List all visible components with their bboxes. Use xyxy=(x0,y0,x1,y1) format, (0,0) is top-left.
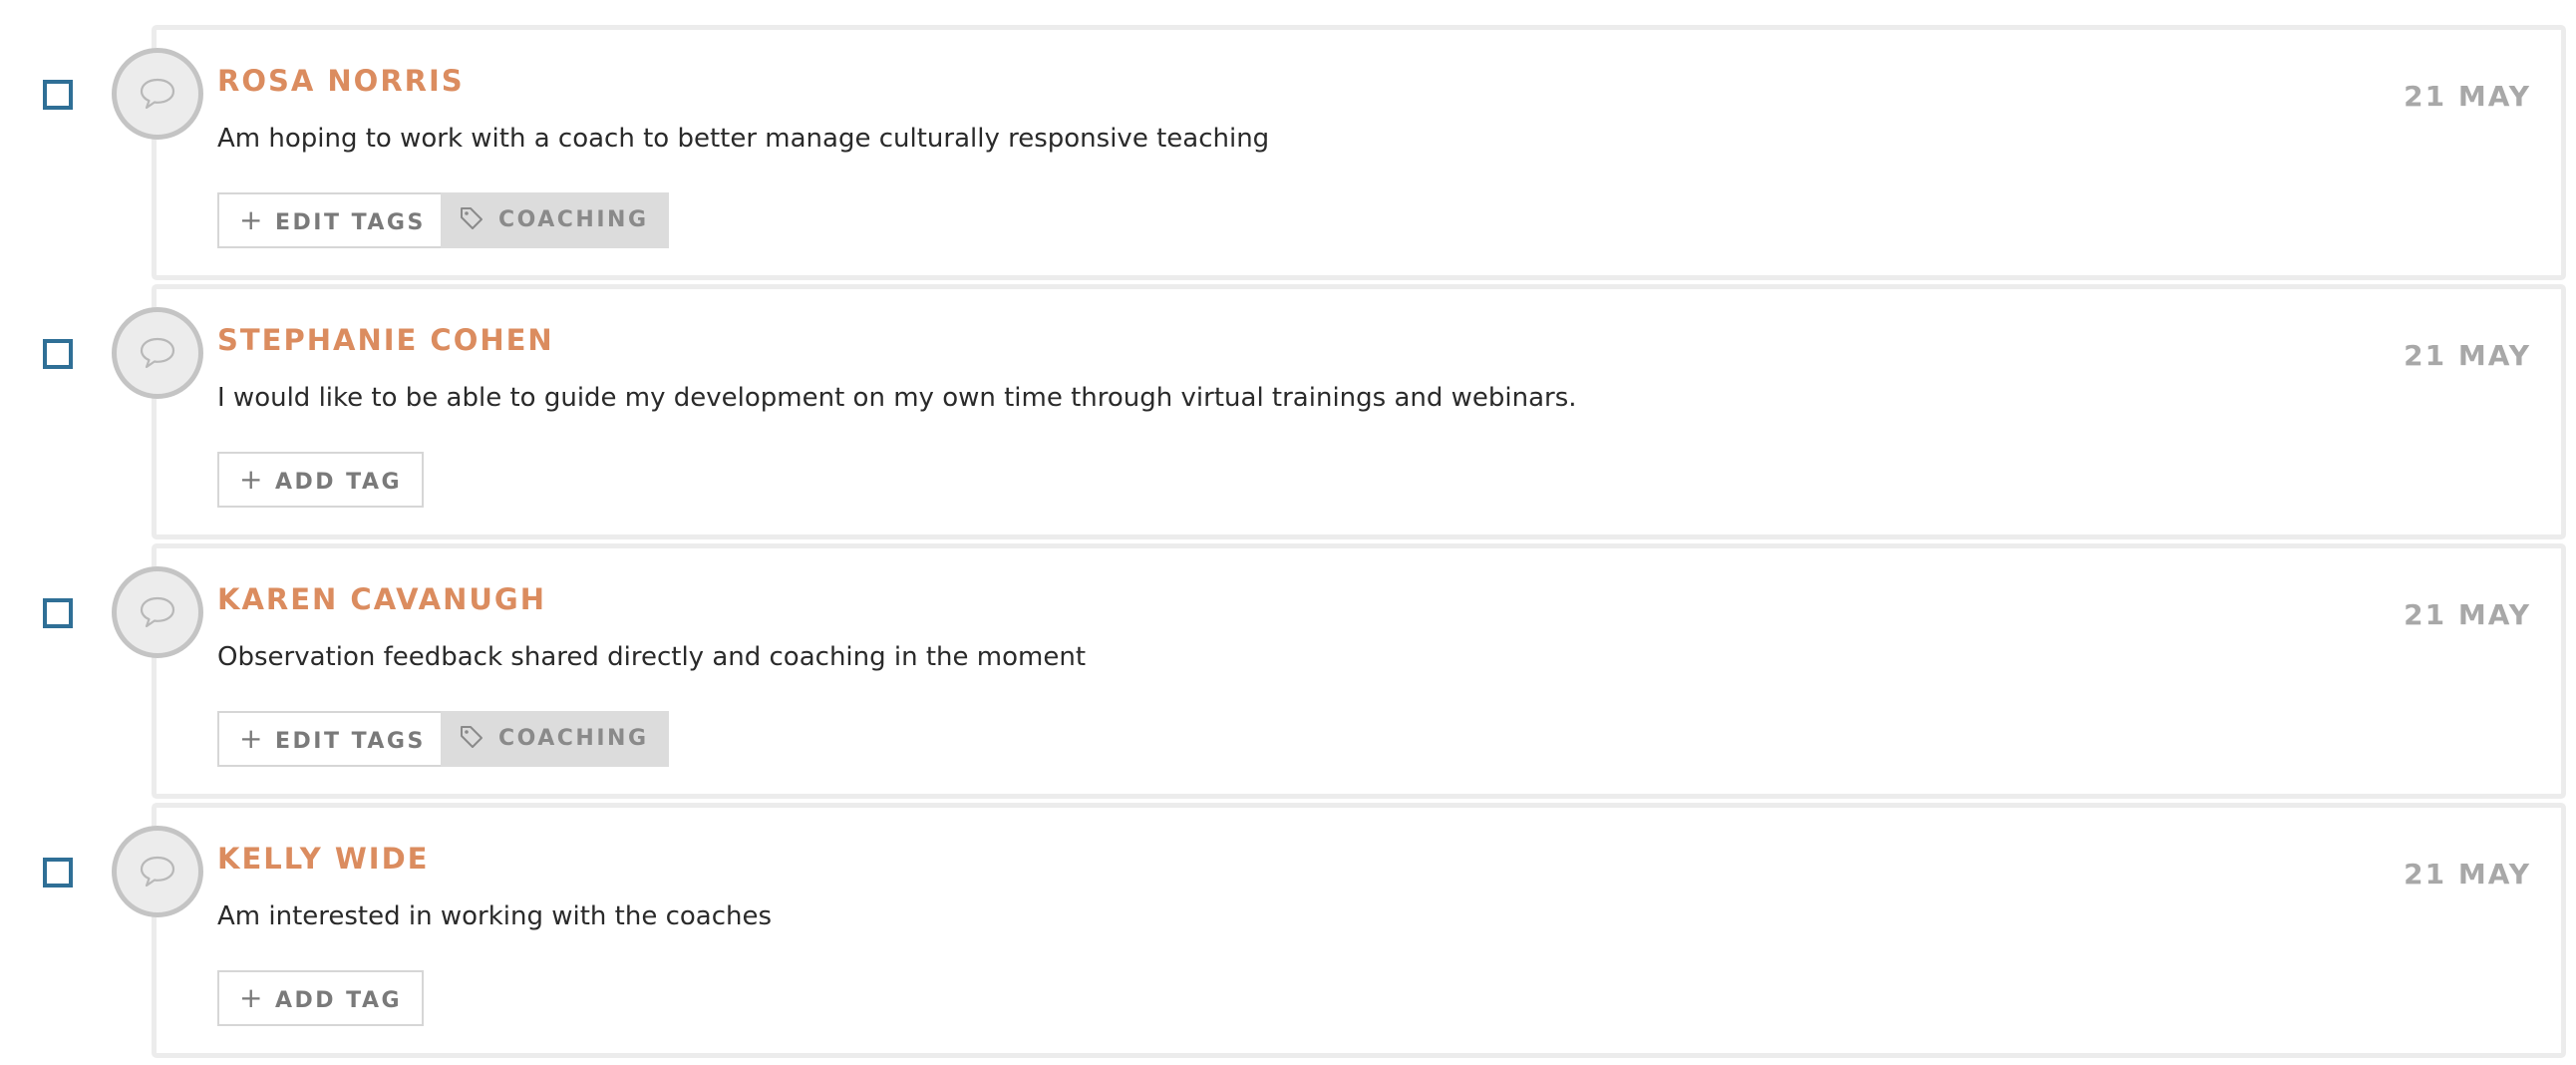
add-tag-button[interactable]: + ADD TAG xyxy=(217,970,425,1026)
feedback-row: STEPHANIE COHEN 21 MAY I would like to be … xyxy=(0,259,2576,539)
respondent-name[interactable]: STEPHANIE COHEN xyxy=(217,323,554,357)
feedback-row: KAREN CAVANUGH 21 MAY Observation feedback… xyxy=(0,519,2576,799)
response-date: 21 MAY xyxy=(2404,80,2531,113)
feedback-row: KELLY WIDE 21 MAY Am interested in working… xyxy=(0,778,2576,1058)
feedback-message: I would like to be able to guide my deve… xyxy=(217,383,1577,413)
avatar xyxy=(112,566,203,658)
response-date: 21 MAY xyxy=(2404,598,2531,631)
plus-icon: + xyxy=(239,981,265,1014)
select-checkbox[interactable] xyxy=(43,858,73,888)
select-checkbox[interactable] xyxy=(43,598,73,628)
tag-button-label: EDIT TAGS xyxy=(274,210,426,235)
tag-button-label: ADD TAG xyxy=(274,470,403,495)
tag-button-label: EDIT TAGS xyxy=(274,729,426,754)
select-checkbox[interactable] xyxy=(43,80,73,110)
select-checkbox[interactable] xyxy=(43,339,73,369)
tag-chip-label: COACHING xyxy=(498,726,649,751)
avatar xyxy=(112,826,203,917)
respondent-name[interactable]: KAREN CAVANUGH xyxy=(217,582,546,616)
plus-icon: + xyxy=(239,203,265,236)
plus-icon: + xyxy=(239,722,265,755)
feedback-message: Am hoping to work with a coach to better… xyxy=(217,124,1270,154)
tag-chip-coaching[interactable]: COACHING xyxy=(441,711,669,767)
tag-icon xyxy=(459,207,498,232)
add-tag-button[interactable]: + ADD TAG xyxy=(217,452,425,508)
respondent-name[interactable]: ROSA NORRIS xyxy=(217,64,465,98)
respondent-name[interactable]: KELLY WIDE xyxy=(217,842,429,876)
tag-chip-label: COACHING xyxy=(498,207,649,232)
feedback-message: Am interested in working with the coache… xyxy=(217,901,773,931)
tag-icon xyxy=(459,726,498,751)
avatar xyxy=(112,307,203,399)
response-date: 21 MAY xyxy=(2404,339,2531,372)
plus-icon: + xyxy=(239,463,265,496)
feedback-message: Observation feedback shared directly and… xyxy=(217,642,1087,672)
edit-tags-button[interactable]: + EDIT TAGS xyxy=(217,711,448,767)
response-date: 21 MAY xyxy=(2404,858,2531,890)
avatar xyxy=(112,48,203,140)
tag-chip-coaching[interactable]: COACHING xyxy=(441,192,669,248)
feedback-row: ROSA NORRIS 21 MAY Am hoping to work with … xyxy=(0,0,2576,280)
feedback-list: ROSA NORRIS 21 MAY Am hoping to work with … xyxy=(0,0,2576,1065)
edit-tags-button[interactable]: + EDIT TAGS xyxy=(217,192,448,248)
tag-button-label: ADD TAG xyxy=(274,988,403,1013)
